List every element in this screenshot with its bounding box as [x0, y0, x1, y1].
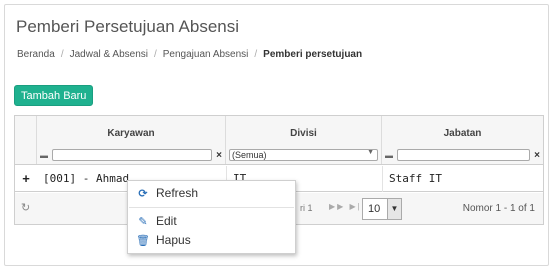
breadcrumb-home[interactable]: Beranda	[17, 49, 55, 60]
column-karyawan: Karyawan ▬ ×	[37, 116, 226, 164]
menu-item-label: Refresh	[156, 186, 199, 200]
filter-icon: ▬	[40, 150, 48, 160]
clear-jabatan-filter-icon[interactable]: ×	[530, 150, 540, 161]
menu-divider	[129, 207, 294, 208]
menu-item-label: Hapus	[156, 233, 191, 247]
expand-column-header	[15, 116, 37, 164]
breadcrumb-separator: /	[254, 49, 258, 60]
rows-per-page-select[interactable]: 10 ▼	[362, 198, 402, 220]
menu-item-label: Edit	[156, 214, 177, 228]
next-last-page-icons[interactable]: ▶▶ ▶|	[329, 202, 362, 211]
page-title: Pemberi Persetujuan Absensi	[16, 17, 240, 36]
rows-per-page-value: 10	[368, 203, 381, 215]
edit-icon: ✎	[138, 215, 148, 228]
breadcrumb-separator: /	[60, 49, 64, 60]
cell-jabatan[interactable]: Staff IT	[382, 166, 543, 192]
menu-item-refresh[interactable]: ⟳ Refresh	[136, 186, 198, 200]
add-new-button[interactable]: Tambah Baru	[14, 85, 94, 106]
grid-header: Karyawan ▬ × Divisi (Semua) ▼ Jabatan ▬ …	[15, 116, 543, 165]
breadcrumb-jadwal[interactable]: Jadwal & Absensi	[70, 49, 148, 60]
breadcrumb-separator: /	[153, 49, 157, 60]
filter-divisi: (Semua) ▼	[229, 148, 378, 162]
jabatan-filter-input[interactable]	[397, 149, 530, 161]
trash-icon: 🗑	[136, 234, 150, 247]
karyawan-filter-input[interactable]	[52, 149, 212, 161]
column-title-karyawan[interactable]: Karyawan	[37, 128, 225, 139]
expand-row-icon[interactable]: +	[15, 166, 37, 192]
chevron-down-icon[interactable]: ▼	[387, 199, 401, 219]
context-menu: ⟳ Refresh ✎ Edit 🗑 Hapus	[127, 180, 296, 254]
menu-item-edit[interactable]: ✎ Edit	[136, 214, 177, 228]
column-divisi: Divisi (Semua) ▼	[226, 116, 382, 164]
filter-jabatan: ▬ ×	[385, 148, 540, 162]
menu-item-hapus[interactable]: 🗑 Hapus	[136, 233, 191, 247]
breadcrumb: Beranda / Jadwal & Absensi / Pengajuan A…	[17, 49, 362, 60]
divisi-filter-select[interactable]: (Semua)	[229, 149, 378, 161]
column-title-jabatan[interactable]: Jabatan	[382, 128, 543, 139]
page-text: ri 1	[300, 203, 313, 213]
clear-karyawan-filter-icon[interactable]: ×	[212, 150, 222, 161]
refresh-icon[interactable]: ↻	[21, 201, 30, 214]
breadcrumb-pengajuan[interactable]: Pengajuan Absensi	[163, 49, 249, 60]
breadcrumb-current: Pemberi persetujuan	[263, 49, 363, 60]
refresh-icon: ⟳	[138, 187, 148, 200]
chevron-down-icon: ▼	[367, 149, 374, 156]
column-jabatan: Jabatan ▬ ×	[382, 116, 543, 164]
filter-icon: ▬	[385, 150, 393, 160]
record-count: Nomor 1 - 1 of 1	[462, 203, 535, 214]
filter-karyawan: ▬ ×	[40, 148, 222, 162]
column-title-divisi[interactable]: Divisi	[226, 128, 381, 139]
